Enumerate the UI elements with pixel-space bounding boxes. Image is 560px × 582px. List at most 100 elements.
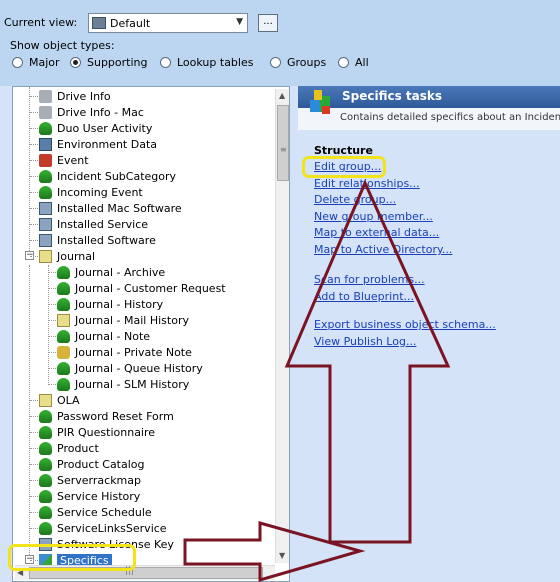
tree-item[interactable]: ServiceLinksService	[39, 520, 167, 536]
tree-item-label: PIR Questionnaire	[57, 425, 156, 439]
tree-item[interactable]: PIR Questionnaire	[39, 424, 155, 440]
tree-item-label: Journal - Queue History	[75, 361, 203, 375]
scroll-grip-icon: ≡	[280, 145, 287, 154]
radio-label: All	[355, 56, 369, 69]
computer-icon	[39, 137, 52, 151]
person-icon	[39, 505, 52, 519]
tree-item-label: Drive Info	[57, 89, 111, 103]
tree-line	[48, 352, 56, 353]
tree-item[interactable]: Journal - History	[57, 296, 163, 312]
task-link[interactable]: Export business object schema...	[314, 318, 496, 331]
tree-item[interactable]: Password Reset Form	[39, 408, 174, 424]
tree-item[interactable]: Duo User Activity	[39, 120, 152, 136]
tree-item[interactable]: Drive Info	[39, 88, 111, 104]
tree-item[interactable]: Environment Data	[39, 136, 157, 152]
scroll-up-icon[interactable]: ▲	[279, 91, 285, 100]
tree-item[interactable]: Journal - Queue History	[57, 360, 203, 376]
radio-all[interactable]: All	[338, 56, 369, 69]
radio-button[interactable]	[12, 57, 23, 68]
tree-line	[30, 512, 38, 513]
tree-item-label: Installed Mac Software	[57, 201, 182, 215]
tree-item[interactable]: Incoming Event	[39, 184, 143, 200]
tree-item[interactable]: Service Schedule	[39, 504, 152, 520]
tree-line	[30, 128, 38, 129]
tree-item[interactable]: Product Catalog	[39, 456, 145, 472]
tree-line	[30, 240, 38, 241]
tree-item-label: Password Reset Form	[57, 409, 174, 423]
tree-item[interactable]: Drive Info - Mac	[39, 104, 144, 120]
tree-line	[30, 192, 38, 193]
radio-supporting[interactable]: Supporting	[70, 56, 148, 69]
browse-views-button[interactable]: ...	[258, 14, 278, 32]
tree-line	[30, 528, 38, 529]
task-link[interactable]: Add to Blueprint...	[314, 290, 414, 303]
tree-item[interactable]: Event	[39, 152, 89, 168]
radio-button[interactable]	[70, 57, 81, 68]
task-link[interactable]: Edit relationships...	[314, 177, 420, 190]
task-link[interactable]: Scan for problems...	[314, 273, 425, 286]
object-tree[interactable]: − − Drive Info Drive Info - Mac Duo User A…	[12, 86, 290, 582]
tree-item[interactable]: Incident SubCategory	[39, 168, 176, 184]
tree-item[interactable]: Product	[39, 440, 99, 456]
tree-item-label: Incoming Event	[57, 185, 143, 199]
tree-item[interactable]: Journal - Mail History	[57, 312, 189, 328]
radio-button[interactable]	[270, 57, 281, 68]
tree-item-label: Service History	[57, 489, 141, 503]
radio-label: Groups	[287, 56, 327, 69]
tree-item[interactable]: Installed Software	[39, 232, 156, 248]
tree-item-label: Journal - Archive	[75, 265, 166, 279]
tree-line	[30, 416, 38, 417]
tree-item[interactable]: Installed Mac Software	[39, 200, 182, 216]
tree-line	[48, 368, 56, 369]
tree-item[interactable]: Serverrackmap	[39, 472, 141, 488]
tree-item[interactable]: Journal	[39, 248, 95, 264]
radio-groups[interactable]: Groups	[270, 56, 326, 69]
scroll-thumb[interactable]	[277, 105, 289, 181]
tree-line	[48, 384, 56, 385]
task-link[interactable]: Map to external data...	[314, 226, 439, 239]
tree-item-label: Product	[57, 441, 99, 455]
tree-item-label: Drive Info - Mac	[57, 105, 144, 119]
tree-vertical-scrollbar[interactable]: ▲ ≡ ▼	[275, 89, 289, 563]
tree-item-label: OLA	[57, 393, 80, 407]
tree-item-label: Journal - History	[75, 297, 164, 311]
task-link[interactable]: New group member...	[314, 210, 433, 223]
person-icon	[39, 169, 52, 183]
tree-item[interactable]: Journal - Archive	[57, 264, 165, 280]
tree-item-label: ServiceLinksService	[57, 521, 167, 535]
tree-item[interactable]: Journal - SLM History	[57, 376, 189, 392]
chevron-down-icon: ▼	[236, 17, 243, 27]
person-icon	[57, 297, 70, 311]
tree-item[interactable]: Service History	[39, 488, 140, 504]
tree-item-label: Duo User Activity	[57, 121, 153, 135]
tree-line	[30, 144, 38, 145]
tree-line	[30, 224, 38, 225]
tree-line	[48, 265, 49, 385]
tree-line	[30, 432, 38, 433]
tree-item[interactable]: Journal - Private Note	[57, 344, 192, 360]
current-view-label: Current view:	[4, 16, 78, 29]
book-icon	[39, 153, 52, 167]
tree-line	[48, 288, 56, 289]
task-link[interactable]: View Publish Log...	[314, 335, 416, 348]
scroll-down-icon[interactable]: ▼	[279, 551, 285, 560]
radio-major[interactable]: Major	[12, 56, 60, 69]
tree-item[interactable]: Installed Service	[39, 216, 148, 232]
tree-line	[30, 160, 38, 161]
note-icon	[57, 313, 70, 327]
tree-item[interactable]: Journal - Note	[57, 328, 150, 344]
radio-button[interactable]	[160, 57, 171, 68]
specifics-highlight	[8, 544, 136, 571]
tree-item-label: Installed Service	[57, 217, 149, 231]
tree-item[interactable]: OLA	[39, 392, 80, 408]
tree-line	[30, 400, 38, 401]
radio-button[interactable]	[338, 57, 349, 68]
tree-item[interactable]: Journal - Customer Request	[57, 280, 226, 296]
person-icon	[39, 489, 52, 503]
current-view-dropdown[interactable]: Default ▼	[88, 13, 248, 33]
disk-icon	[39, 89, 52, 103]
task-link[interactable]: Map to Active Directory...	[314, 243, 452, 256]
radio-label: Supporting	[87, 56, 148, 69]
radio-lookup-tables[interactable]: Lookup tables	[160, 56, 253, 69]
task-link[interactable]: Delete group...	[314, 193, 396, 206]
